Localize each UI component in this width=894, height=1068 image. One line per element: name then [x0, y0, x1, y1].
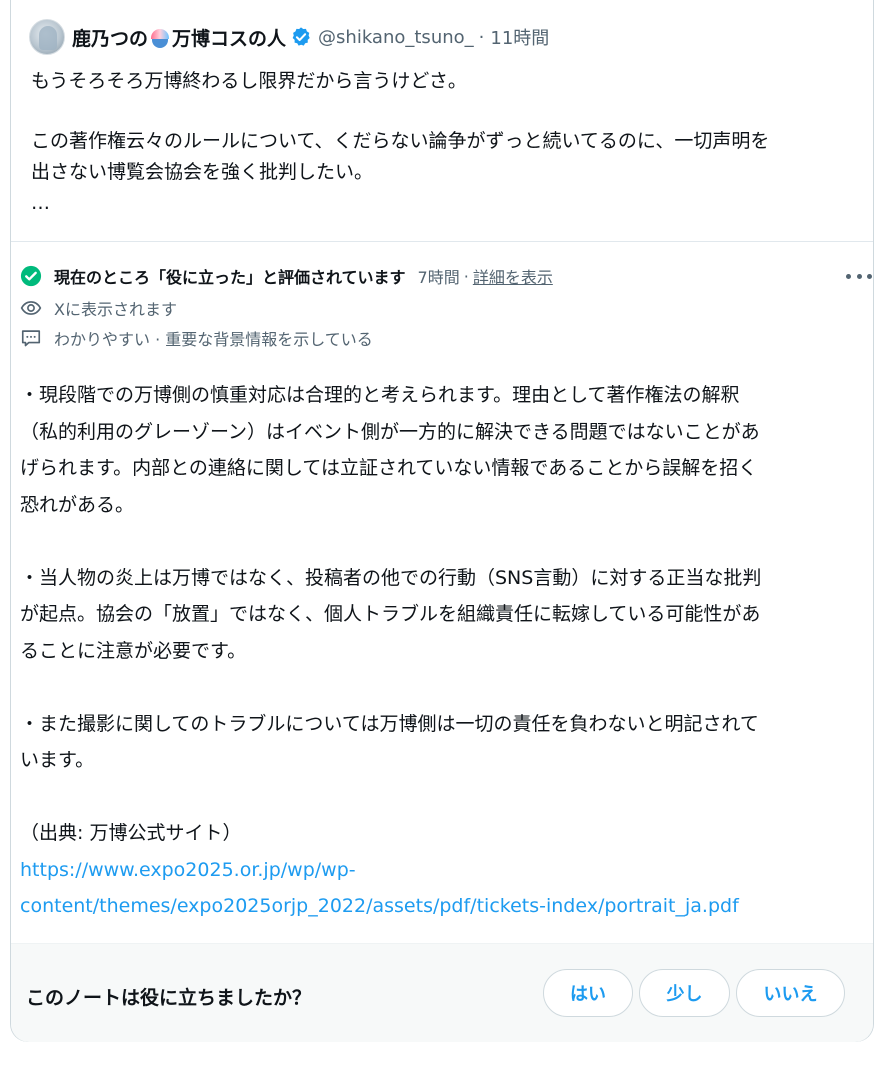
- note-status: 現在のところ「役に立った」と評価されています 7時間 · 詳細を表示: [20, 264, 553, 288]
- note-p1-line-4: 恐れがある。: [20, 493, 135, 516]
- visibility-text: Xに表示されます: [54, 300, 177, 319]
- check-circle-icon: [20, 265, 42, 287]
- post-time[interactable]: 11時間: [490, 24, 549, 50]
- verified-badge-icon: [292, 27, 310, 46]
- eye-icon: [20, 301, 42, 315]
- feedback-question: このノートは役に立ちましたか？: [26, 987, 312, 1009]
- status-separator: ·: [463, 266, 469, 286]
- note-p3-line-1: ・また撮影に関してのトラブルについては万博側は一切の責任を負わないと明記されて: [20, 712, 759, 735]
- author-row: 鹿乃つの 万博コスの人 @shikano_tsuno_ · 11時間: [29, 18, 549, 56]
- separator-dot: ·: [478, 26, 485, 48]
- note-p2-line-2: が起点。協会の「放置」ではなく、個人トラブルを組織責任に転嫁している可能性があ: [20, 603, 761, 625]
- post-text: もうそろそろ万博終わるし限界だから言うけどさ。 この著作権云々のルールについて、…: [31, 66, 861, 219]
- visibility-row: Xに表示されます: [20, 296, 177, 320]
- post-ellipsis: …: [31, 192, 50, 214]
- source-link-line-2[interactable]: content/themes/expo2025orjp_2022/assets/…: [20, 895, 739, 917]
- post-line-2: この著作権云々のルールについて、くだらない論争がずっと続いてるのに、一切声明を: [31, 130, 770, 152]
- status-time: 7時間: [417, 268, 460, 287]
- note-p1-line-3: げられます。内部との連絡に関しては立証されていない情報であることから誤解を招く: [20, 457, 758, 479]
- display-name-prefix: 鹿乃つの: [72, 27, 149, 50]
- source-link-line-1[interactable]: https://www.expo2025.or.jp/wp/wp-: [20, 859, 356, 881]
- post-line-3: 出さない博覧会協会を強く批判したい。: [31, 161, 374, 183]
- note-p1-line-2: （私的利用のグレーゾーン）はイベント側が一方的に解決できる問題ではないことがあ: [20, 420, 760, 443]
- shaved-ice-emoji-icon: [149, 28, 171, 50]
- avatar[interactable]: [29, 19, 65, 55]
- vote-somewhat-button[interactable]: 少し: [639, 969, 730, 1017]
- handle[interactable]: @shikano_tsuno_: [318, 27, 474, 48]
- reasons-row: わかりやすい · 重要な背景情報を示している: [20, 326, 373, 350]
- comment-icon: [21, 330, 41, 347]
- note-text: ・現段階での万博側の慎重対応は合理的と考えられます。理由として著作権法の解釈 （…: [20, 377, 854, 925]
- post[interactable]: 鹿乃つの 万博コスの人 @shikano_tsuno_ · 11時間 もうそろそろ…: [11, 0, 873, 242]
- note-p2-line-1: ・当人物の炎上は万博ではなく、投稿者の他での行動（SNS言動）に対する正当な批判: [20, 566, 762, 589]
- note-p3-line-2: います。: [20, 749, 95, 771]
- source-label: （出典: 万博公式サイト）: [20, 822, 242, 844]
- note-p1-line-1: ・現段階での万博側の慎重対応は合理的と考えられます。理由として著作権法の解釈: [20, 384, 740, 406]
- vote-yes-button[interactable]: はい: [543, 969, 633, 1017]
- vote-no-button[interactable]: いいえ: [736, 969, 845, 1017]
- reasons-text: わかりやすい · 重要な背景情報を示している: [54, 330, 373, 349]
- display-name-suffix: 万博コスの人: [172, 27, 287, 50]
- display-name[interactable]: 鹿乃つの 万博コスの人: [72, 24, 286, 51]
- note-p2-line-3: ることに注意が必要です。: [20, 639, 247, 662]
- status-label: 現在のところ「役に立った」と評価されています: [54, 268, 406, 287]
- post-line-1: もうそろそろ万博終わるし限界だから言うけどさ。: [31, 70, 467, 92]
- details-link[interactable]: 詳細を表示: [473, 264, 553, 288]
- more-options-icon[interactable]: [846, 268, 872, 284]
